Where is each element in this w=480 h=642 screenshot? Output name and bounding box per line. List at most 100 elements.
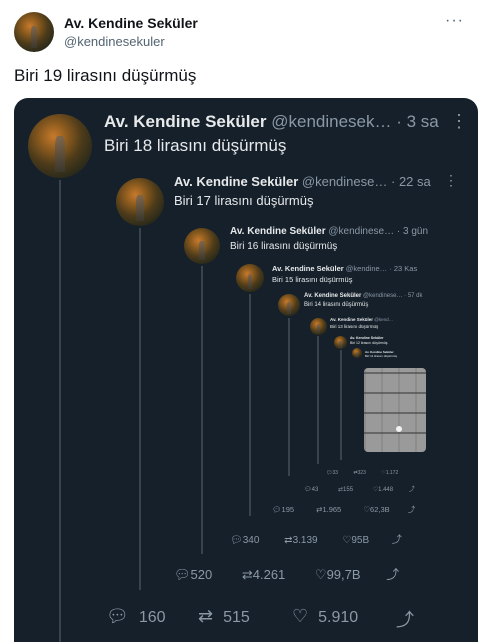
- more-options-icon: ⋮: [450, 111, 468, 131]
- like-count: 99,7B: [326, 567, 361, 582]
- tweet-head: Av. Kendine Seküler @kendinesek… · 3 sa: [104, 112, 439, 131]
- tweet-photo: [364, 368, 426, 452]
- timestamp: 57 dk: [407, 293, 423, 299]
- author-handle: @kendinese…: [301, 174, 388, 189]
- author-name: Av. Kendine Seküler: [350, 336, 384, 340]
- tweet-actions: 💬︎ 195 ⇄ 1.965 ♡ 62,3B ⤴: [272, 504, 415, 515]
- retweet-count: 323: [357, 470, 366, 476]
- retweet-icon: ⇄: [241, 567, 253, 582]
- author-handle: @kendinese…: [363, 293, 403, 299]
- reply-count: 160: [138, 609, 166, 626]
- author-handle: @kendine…: [345, 264, 388, 273]
- reply-count: 340: [242, 535, 260, 546]
- reply-count: 520: [190, 567, 213, 582]
- avatar: [352, 348, 362, 358]
- author-name: Av. Kendine Seküler: [330, 317, 374, 322]
- tweet-actions: 💬︎ 33 ⇄ 323 ♡ 1.172: [326, 470, 398, 476]
- avatar: [116, 178, 164, 226]
- author-handle: @kendinesek…: [271, 112, 392, 131]
- timestamp: 22 sa: [398, 174, 431, 189]
- more-options-icon: ⋮: [444, 172, 458, 188]
- timestamp: 3 sa: [406, 112, 439, 131]
- tweet-head: Av. Kendine Seküler @kend…: [330, 317, 393, 322]
- thread-line: [201, 266, 203, 554]
- tweet-text: Biri 19 lirasını düşürmüş: [14, 66, 197, 85]
- heart-icon: ♡: [314, 567, 327, 582]
- heart-icon: ♡: [342, 535, 352, 546]
- embedded-screenshot: Av. Kendine Seküler @kendinesek… · 3 sa …: [14, 98, 478, 642]
- author-name: Av. Kendine Seküler: [230, 226, 326, 237]
- tweet-text: Biri 17 lirasını düşürmüş: [174, 193, 314, 208]
- author-name: Av. Kendine Seküler: [304, 293, 362, 299]
- author-handle[interactable]: @kendinesekuler: [64, 34, 165, 49]
- like-action: ♡ 5.910: [292, 606, 358, 627]
- like-count: 95B: [351, 535, 370, 546]
- author-name: Av. Kendine Seküler: [272, 264, 344, 273]
- retweet-count: 155: [343, 487, 354, 493]
- reply-icon: 💬︎: [106, 606, 129, 626]
- author-name: Av. Kendine Seküler: [104, 112, 267, 131]
- like-count: 62,3B: [370, 505, 390, 514]
- tweet-text: Biri 12 lirasını düşürmüş: [350, 341, 388, 345]
- thread-line: [139, 228, 141, 590]
- reply-icon: 💬︎: [272, 505, 282, 514]
- heart-icon: ♡: [292, 606, 309, 626]
- reply-count: 33: [332, 470, 338, 476]
- avatar[interactable]: [14, 12, 54, 52]
- more-options-icon[interactable]: ···: [445, 12, 464, 30]
- retweet-count: 4.261: [252, 567, 286, 582]
- tweet-actions: 💬︎ 520 ⇄ 4.261 ♡ 99,7B ⤴: [174, 564, 399, 583]
- tweet-text: Biri 13 lirasını düşürmüş: [330, 324, 379, 329]
- retweet-action: ⇄ 515: [198, 606, 250, 627]
- author-name: Av. Kendine Seküler: [174, 174, 299, 189]
- avatar: [28, 114, 92, 178]
- reply-count: 195: [281, 505, 295, 514]
- share-icon: ⤴: [408, 487, 415, 493]
- heart-icon: ♡: [363, 505, 371, 514]
- avatar: [334, 336, 347, 349]
- tweet-head: Av. Kendine Seküler @kendinese… · 22 sa: [174, 174, 431, 189]
- tweet-header: Av. Kendine Seküler @kendinesekuler ···: [14, 12, 466, 52]
- tweet-actions: 💬︎ 340 ⇄ 3.139 ♡ 95B ⤴: [230, 531, 402, 546]
- share-icon: ⤴: [386, 567, 400, 582]
- tweet-head: Av. Kendine Seküler: [350, 336, 383, 340]
- tweet-text: Biri 15 lirasını düşürmüş: [272, 275, 353, 284]
- timestamp: 3 gün: [403, 226, 429, 237]
- avatar: [310, 318, 327, 335]
- thread-line: [288, 318, 290, 476]
- reply-icon: 💬︎: [304, 487, 312, 493]
- tweet-text: Biri 18 lirasını düşürmüş: [104, 136, 287, 155]
- retweet-count: 1.965: [322, 505, 342, 514]
- tweet-text: Biri 16 lirasını düşürmüş: [230, 241, 338, 252]
- reply-count: 43: [311, 487, 319, 493]
- tweet-text: Biri 11 lirasını düşürmüş: [365, 354, 397, 358]
- author-name[interactable]: Av. Kendine Seküler: [64, 15, 198, 31]
- timestamp: 23 Kas: [393, 264, 418, 273]
- reply-icon: 💬︎: [230, 535, 243, 546]
- thread-line: [249, 294, 251, 516]
- reply-icon: 💬︎: [174, 567, 191, 582]
- thread-line: [59, 180, 61, 642]
- retweet-count: 515: [223, 609, 250, 626]
- share-action: ⤴: [396, 606, 424, 632]
- retweet-icon: ⇄: [284, 535, 293, 546]
- like-count: 1.448: [378, 487, 394, 493]
- share-icon: ⤴: [391, 535, 402, 546]
- tweet-head: Av. Kendine Seküler @kendinese… · 57 dk: [304, 293, 423, 299]
- like-count: 1.172: [385, 470, 399, 476]
- tweet-text: Biri 14 lirasını düşürmüş: [304, 302, 369, 308]
- thread-line: [317, 336, 319, 464]
- retweet-icon: ⇄: [198, 606, 214, 626]
- thread-line: [340, 350, 342, 460]
- share-icon: ⤴: [396, 610, 414, 630]
- tweet-head: Av. Kendine Seküler @kendine… · 23 Kas: [272, 264, 418, 273]
- avatar: [236, 264, 264, 292]
- avatar: [278, 294, 300, 316]
- share-icon: ⤴: [407, 505, 416, 514]
- reply-action: 💬︎ 160: [106, 606, 166, 627]
- tweet-head: Av. Kendine Seküler @kendinese… · 3 gün: [230, 226, 429, 237]
- author-handle: @kend…: [374, 317, 394, 322]
- tweet-actions: 💬︎ 43 ⇄ 155 ♡ 1.448 ⤴: [304, 484, 415, 493]
- author-handle: @kendinese…: [328, 226, 395, 237]
- like-count: 5.910: [318, 609, 359, 626]
